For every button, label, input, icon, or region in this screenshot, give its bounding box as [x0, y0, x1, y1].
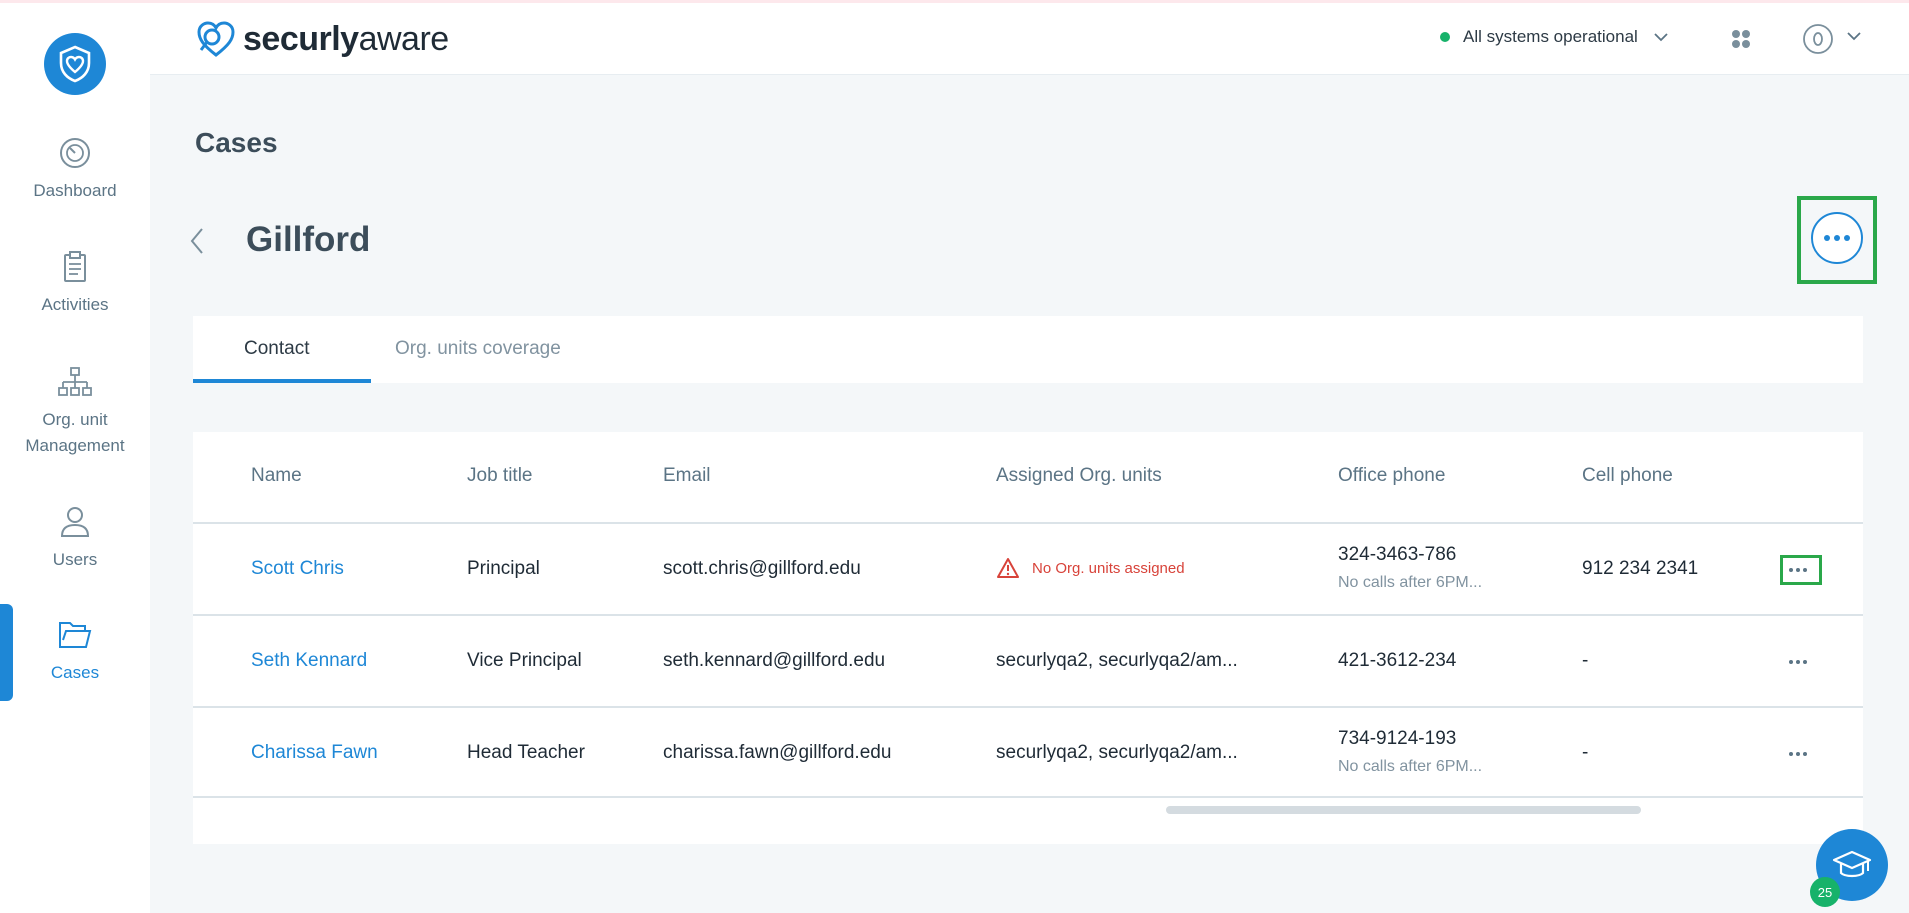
tab-bar: Contact Org. units coverage	[193, 316, 1863, 383]
sidebar: Dashboard Activities Org. unit Managemen…	[0, 3, 150, 913]
case-title: Gillford	[246, 220, 371, 259]
sidebar-item-dashboard[interactable]: Dashboard	[0, 136, 150, 204]
ellipsis-icon	[1789, 752, 1807, 756]
back-arrow-icon[interactable]	[188, 226, 206, 256]
no-org-units-warning: No Org. units assigned	[996, 557, 1185, 579]
apps-grid-icon[interactable]	[1730, 28, 1752, 50]
brand-wordmark[interactable]: securly aware	[195, 17, 449, 61]
ellipsis-icon	[1789, 568, 1807, 572]
row-more-options-button[interactable]	[1780, 741, 1816, 767]
top-header: securly aware All systems operational	[150, 3, 1909, 75]
sidebar-item-label: Cases	[50, 663, 100, 682]
cell-phone: -	[1582, 742, 1589, 763]
sidebar-item-label-line1: Org. unit	[42, 410, 108, 429]
office-phone: 421-3612-234	[1338, 650, 1457, 671]
table-row[interactable]: Seth Kennard Vice Principal seth.kennard…	[193, 614, 1863, 706]
brand-name-part2: aware	[358, 19, 450, 58]
user-icon	[60, 507, 90, 537]
horizontal-scrollbar[interactable]	[1166, 806, 1641, 814]
office-phone-note: No calls after 6PM...	[1338, 574, 1483, 591]
folder-icon	[59, 622, 92, 648]
contact-name-link[interactable]: Scott Chris	[251, 558, 344, 580]
sidebar-item-label-line2: Management	[25, 436, 125, 455]
tab-org-units-coverage[interactable]: Org. units coverage	[395, 338, 561, 360]
contact-name-link[interactable]: Seth Kennard	[251, 650, 367, 672]
row-more-options-button[interactable]	[1780, 557, 1816, 583]
email: seth.kennard@gillford.edu	[663, 650, 886, 671]
active-tab-underline	[193, 379, 371, 383]
cell-phone: 912 234 2341	[1582, 558, 1699, 579]
warning-triangle-icon	[997, 558, 1019, 578]
sidebar-item-label: Users	[52, 550, 98, 569]
office-phone: 734-9124-193	[1338, 728, 1457, 749]
column-header-office-phone[interactable]: Office phone	[1338, 465, 1445, 487]
system-status-dropdown[interactable]: All systems operational	[1440, 27, 1668, 47]
brand-name-part1: securly	[243, 19, 359, 58]
page-title: Cases	[195, 127, 278, 158]
securly-logo-icon	[197, 21, 235, 57]
org-chart-icon	[58, 367, 92, 396]
clipboard-icon	[64, 251, 86, 282]
ellipsis-icon	[1824, 235, 1850, 241]
job-title: Head Teacher	[467, 742, 585, 763]
case-more-options-button[interactable]	[1811, 212, 1863, 264]
sidebar-item-org-unit-management[interactable]: Org. unit Management	[0, 365, 150, 459]
column-header-email[interactable]: Email	[663, 465, 711, 487]
job-title: Principal	[467, 558, 540, 579]
table-bottom-divider	[193, 796, 1863, 798]
chevron-down-icon[interactable]	[1847, 32, 1861, 41]
column-header-cell-phone[interactable]: Cell phone	[1582, 465, 1673, 487]
shield-logo-icon[interactable]	[44, 33, 106, 95]
assigned-org-units: securlyqa2, securlyqa2/am...	[996, 650, 1238, 671]
sidebar-item-label: Dashboard	[33, 181, 117, 200]
table-row[interactable]: Scott Chris Principal scott.chris@gillfo…	[193, 522, 1863, 614]
column-header-name[interactable]: Name	[251, 465, 302, 487]
sidebar-item-label: Activities	[41, 295, 109, 314]
ellipsis-icon	[1789, 660, 1807, 664]
row-more-options-button[interactable]	[1780, 649, 1816, 675]
tab-contact[interactable]: Contact	[244, 338, 309, 360]
sidebar-item-cases[interactable]: Cases	[0, 618, 150, 686]
status-dot	[1440, 32, 1450, 42]
column-header-job-title[interactable]: Job title	[467, 465, 532, 487]
email: scott.chris@gillford.edu	[663, 558, 861, 579]
table-row[interactable]: Charissa Fawn Head Teacher charissa.fawn…	[193, 706, 1863, 798]
contacts-table: Name Job title Email Assigned Org. units…	[193, 432, 1863, 844]
gauge-icon	[60, 138, 90, 168]
office-phone: 324-3463-786	[1338, 544, 1457, 565]
chevron-down-icon	[1654, 32, 1668, 41]
job-title: Vice Principal	[467, 650, 582, 671]
cell-phone: -	[1582, 650, 1589, 671]
office-phone-note: No calls after 6PM...	[1338, 758, 1483, 775]
notification-count-badge: 25	[1810, 877, 1840, 907]
status-text: All systems operational	[1463, 27, 1638, 46]
sidebar-item-activities[interactable]: Activities	[0, 250, 150, 318]
warning-text: No Org. units assigned	[1032, 559, 1185, 577]
contact-name-link[interactable]: Charissa Fawn	[251, 742, 378, 764]
user-avatar-icon[interactable]	[1802, 23, 1834, 55]
graduation-cap-icon	[1832, 850, 1872, 878]
column-header-assigned-org-units[interactable]: Assigned Org. units	[996, 465, 1162, 487]
email: charissa.fawn@gillford.edu	[663, 742, 892, 763]
sidebar-item-users[interactable]: Users	[0, 505, 150, 573]
assigned-org-units: securlyqa2, securlyqa2/am...	[996, 742, 1238, 763]
